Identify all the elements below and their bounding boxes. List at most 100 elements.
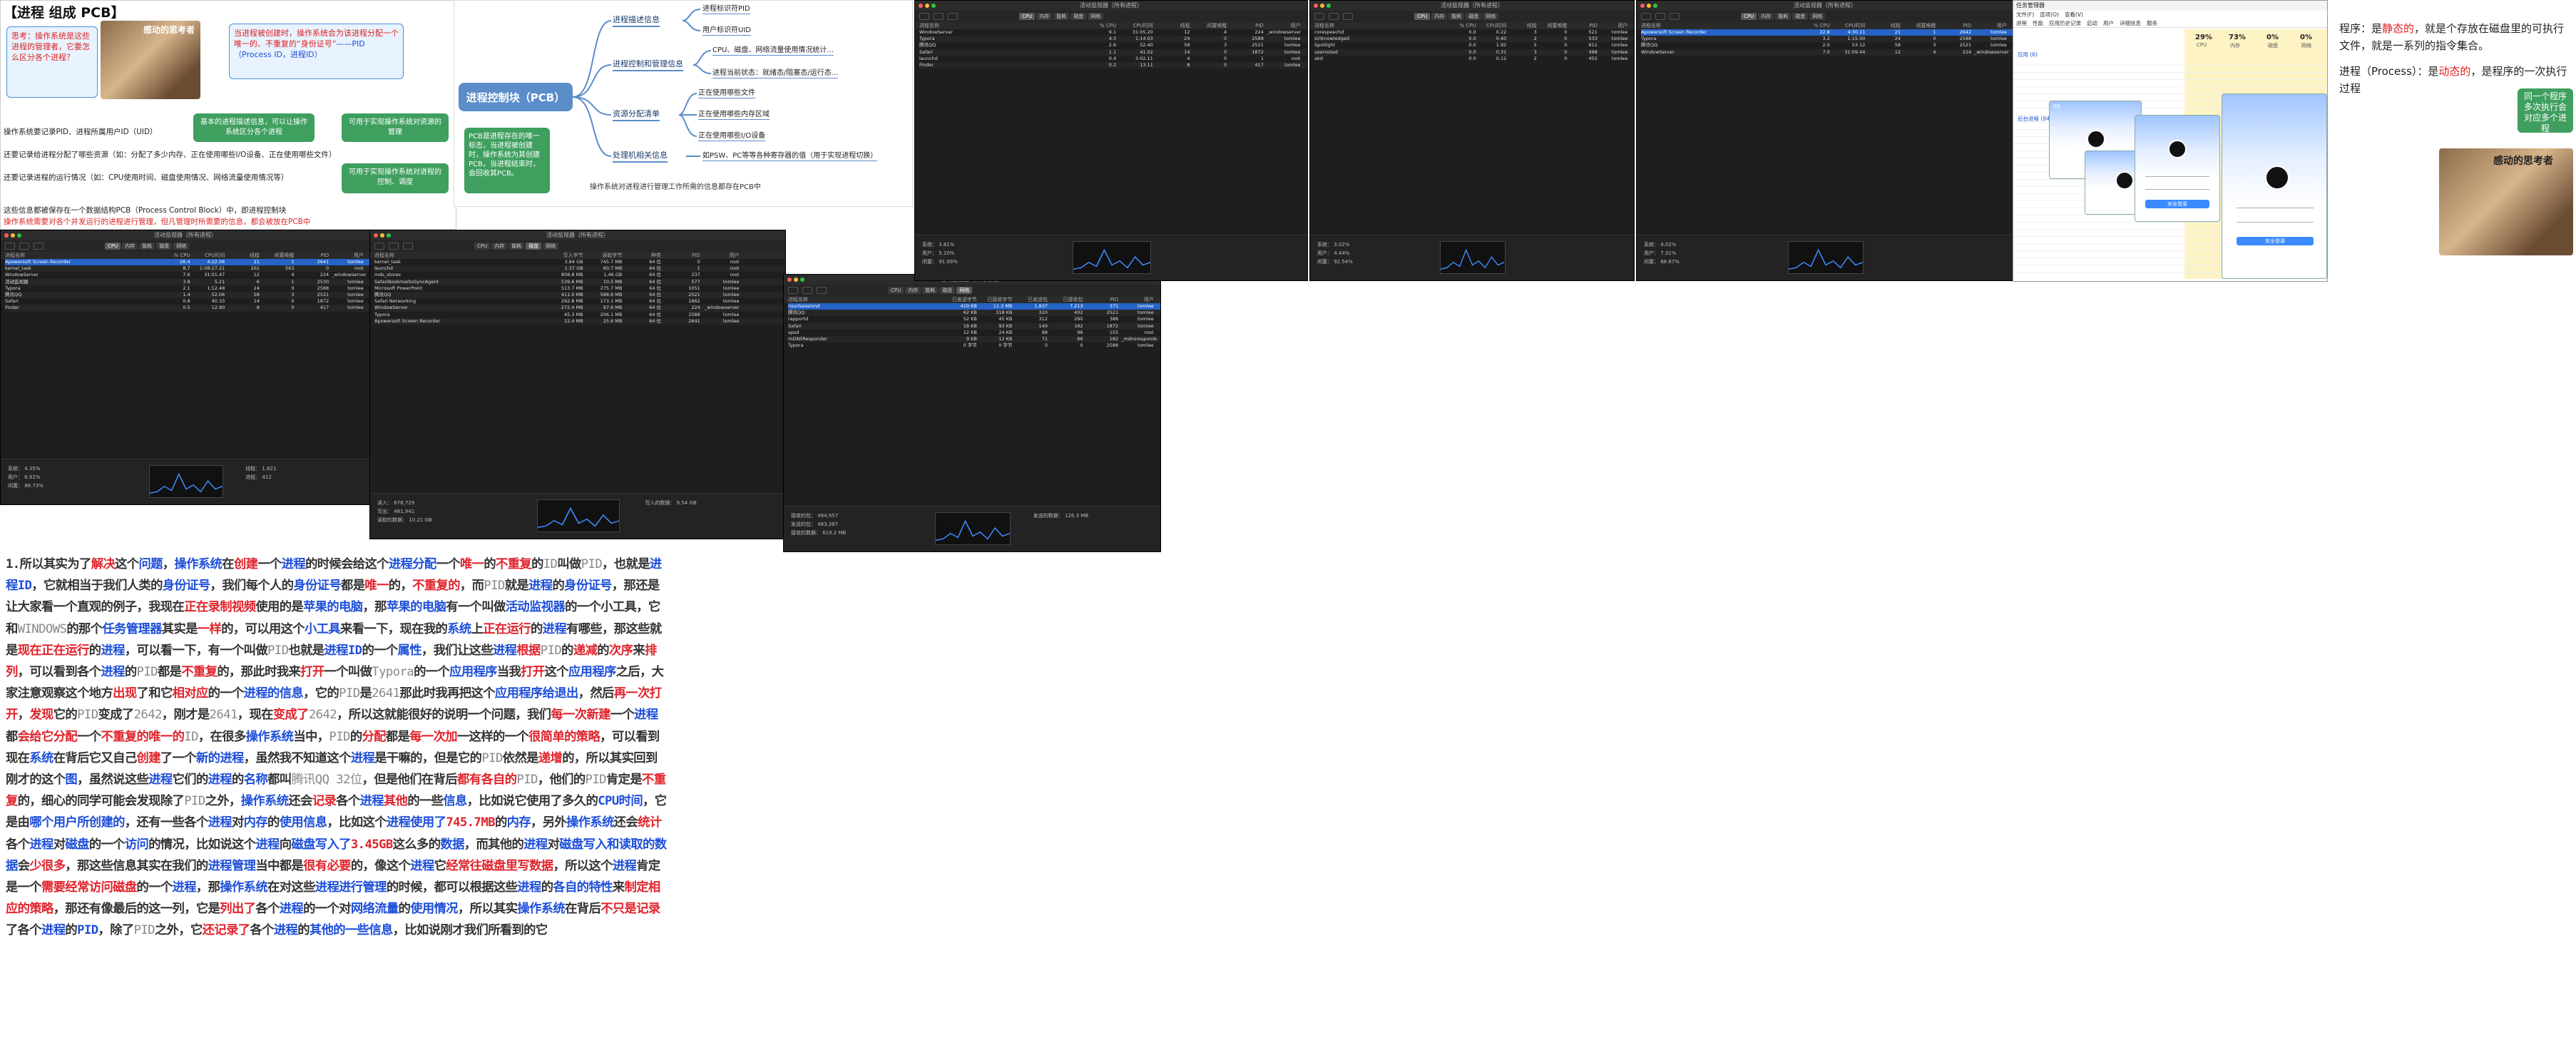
gear-icon[interactable] xyxy=(34,243,44,250)
stop-process-icon[interactable] xyxy=(374,243,384,250)
table-row[interactable]: Typora 0 字节 0 字节 0 0 2588 tomlee xyxy=(788,342,1160,349)
tab[interactable]: 内存 xyxy=(1758,13,1774,20)
minimize-icon[interactable] xyxy=(1647,4,1651,8)
tab[interactable]: CPU xyxy=(1414,13,1431,20)
qq-login-window-3[interactable]: 安全登录 xyxy=(2135,115,2220,222)
table-row[interactable]: WindowServer 9.1 31:05.20 12 4 224 _windowserv… xyxy=(919,29,1307,36)
column-header-cell[interactable]: 进程名称 xyxy=(1314,22,1448,29)
column-header-cell[interactable]: PID xyxy=(664,252,703,259)
table-row[interactable]: usernoted 0.0 0.31 3 0 498 tomlee xyxy=(1314,49,1634,56)
qq-password-field[interactable] xyxy=(2145,183,2209,190)
table-row[interactable]: WindowServer 7.0 31:09.44 12 4 224 _windowserv… xyxy=(1641,49,2013,56)
zoom-icon[interactable] xyxy=(1327,4,1331,8)
tab[interactable]: 内存 xyxy=(1036,13,1053,20)
column-header-cell[interactable]: 闲置唤醒 xyxy=(1903,22,1939,29)
column-header-cell[interactable]: 进程名称 xyxy=(919,22,1082,29)
tab[interactable]: 网络 xyxy=(1483,13,1499,20)
table-row[interactable]: kernel_task 3.84 GB 745.7 MB 64 位 0 root xyxy=(374,259,785,265)
close-icon[interactable] xyxy=(919,4,923,8)
table-row[interactable]: Safari 18 KB 93 KB 140 182 1872 tomlee xyxy=(788,322,1160,330)
close-icon[interactable] xyxy=(787,278,792,282)
column-header-cell[interactable]: 进程名称 xyxy=(374,252,547,259)
minimize-icon[interactable] xyxy=(11,233,15,238)
table-row[interactable]: WindowServer 7.6 31:01.47 12 4 224 _windowserv… xyxy=(5,272,370,278)
tab[interactable]: 能耗 xyxy=(139,243,155,250)
stop-process-icon[interactable] xyxy=(1314,13,1324,20)
menu-file[interactable]: 文件(F) xyxy=(2016,11,2034,19)
table-row[interactable]: mDNSResponder 9 KB 12 KB 71 66 182 _mdnsrespon… xyxy=(788,335,1160,343)
column-header-cell[interactable]: 用户 xyxy=(1121,296,1157,303)
gear-icon[interactable] xyxy=(948,13,958,20)
tab-users[interactable]: 用户 xyxy=(2103,19,2114,27)
info-icon[interactable] xyxy=(1655,13,1665,20)
zoom-icon[interactable] xyxy=(17,233,21,238)
qq-login-window-4[interactable]: 安全登录 xyxy=(2222,93,2327,279)
column-header-cell[interactable]: PID xyxy=(1939,22,1975,29)
tab[interactable]: 能耗 xyxy=(508,243,525,250)
column-header-cell[interactable]: CPU时间 xyxy=(1119,22,1156,29)
table-row[interactable]: Safari 0.8 40.33 14 0 1872 tomlee xyxy=(5,298,370,305)
window-controls[interactable] xyxy=(1640,4,1657,8)
info-icon[interactable] xyxy=(1329,13,1339,20)
qq-account-field[interactable] xyxy=(2145,170,2209,177)
stop-process-icon[interactable] xyxy=(1641,13,1651,20)
column-header-cell[interactable]: 用户 xyxy=(1600,22,1631,29)
table-row[interactable]: 腾讯QQ 2.6 52.40 58 3 2521 tomlee xyxy=(919,42,1307,49)
tab[interactable]: 内存 xyxy=(491,243,508,250)
column-header-cell[interactable]: 用户 xyxy=(703,252,742,259)
minimize-icon[interactable] xyxy=(794,278,798,282)
table-row[interactable]: Typora 2.1 1:12.48 24 0 2588 tomlee xyxy=(5,285,370,292)
table-row[interactable]: corespeechd 0.0 0.22 3 0 521 tomlee xyxy=(1314,29,1634,36)
column-header-cell[interactable]: 闲置唤醒 xyxy=(262,252,297,259)
table-row[interactable]: akd 0.0 0.12 2 0 455 tomlee xyxy=(1314,56,1634,62)
tab[interactable]: 能耗 xyxy=(1448,13,1465,20)
column-header-cell[interactable]: 写入字节 xyxy=(547,252,586,259)
column-header-cell[interactable]: 进程名称 xyxy=(5,252,158,259)
table-row[interactable]: 腾讯QQ 1.4 52.06 58 3 2521 tomlee xyxy=(5,291,370,299)
table-row[interactable]: nsurlsessiond 419 KB 11.3 MB 1,837 7,213 371 t… xyxy=(788,303,1160,310)
tab[interactable]: 磁盘 xyxy=(526,243,542,250)
window-controls[interactable] xyxy=(919,4,936,8)
info-icon[interactable] xyxy=(934,13,944,20)
column-header-cell[interactable]: PID xyxy=(1570,22,1600,29)
column-header-cell[interactable]: 闲置唤醒 xyxy=(1192,22,1230,29)
column-header-cell[interactable]: 已接收字节 xyxy=(980,296,1016,303)
column-header-cell[interactable]: 进程名称 xyxy=(788,296,944,303)
tab[interactable]: 能耗 xyxy=(1775,13,1792,20)
tab-app-history[interactable]: 应用历史记录 xyxy=(2049,19,2081,27)
tab[interactable]: 网络 xyxy=(1809,13,1826,20)
tab[interactable]: 磁盘 xyxy=(939,287,956,294)
tab[interactable]: CPU xyxy=(474,243,491,250)
minimize-icon[interactable] xyxy=(380,233,384,238)
table-row[interactable]: Finder 0.2 13.11 8 0 417 tomlee xyxy=(919,61,1307,69)
stop-process-icon[interactable] xyxy=(788,287,798,294)
column-header-cell[interactable]: 用户 xyxy=(332,252,367,259)
info-icon[interactable] xyxy=(802,287,812,294)
tab[interactable]: 磁盘 xyxy=(1792,13,1809,20)
table-row[interactable]: 活动监视器 3.8 5.21 6 1 2530 tomlee xyxy=(5,278,370,285)
close-icon[interactable] xyxy=(4,233,9,238)
qq-account-field[interactable] xyxy=(2237,201,2314,208)
table-row[interactable]: Typora 3.2 1:15.00 24 0 2588 tomlee xyxy=(1641,36,2013,43)
table-row[interactable]: 腾讯QQ 411.0 MB 588.6 MB 64 位 2521 tomlee xyxy=(374,291,785,299)
column-header-cell[interactable]: 线程 xyxy=(1156,22,1193,29)
table-row[interactable] xyxy=(2013,81,2327,87)
tab[interactable]: 网络 xyxy=(956,287,973,294)
table-row[interactable] xyxy=(2013,73,2327,80)
tab[interactable]: 网络 xyxy=(543,243,559,250)
tab[interactable]: 网络 xyxy=(1088,13,1104,20)
tab-performance[interactable]: 性能 xyxy=(2033,19,2043,27)
tab[interactable]: 内存 xyxy=(122,243,138,250)
tab-processes[interactable]: 进程 xyxy=(2016,19,2027,27)
column-header-cell[interactable]: % CPU xyxy=(1797,22,1833,29)
column-header-cell[interactable]: 已发送字节 xyxy=(944,296,980,303)
column-header-cell[interactable]: PID xyxy=(297,252,332,259)
close-icon[interactable] xyxy=(1640,4,1645,8)
tab[interactable]: 磁盘 xyxy=(1466,13,1482,20)
close-icon[interactable] xyxy=(1314,4,1318,8)
column-header-cell[interactable]: 闲置唤醒 xyxy=(1540,22,1570,29)
gear-icon[interactable] xyxy=(1343,13,1353,20)
window-controls[interactable] xyxy=(374,233,391,238)
info-icon[interactable] xyxy=(389,243,399,250)
table-row[interactable]: mds_stores 808.8 MB 1.46 GB 64 位 237 root xyxy=(374,272,785,278)
